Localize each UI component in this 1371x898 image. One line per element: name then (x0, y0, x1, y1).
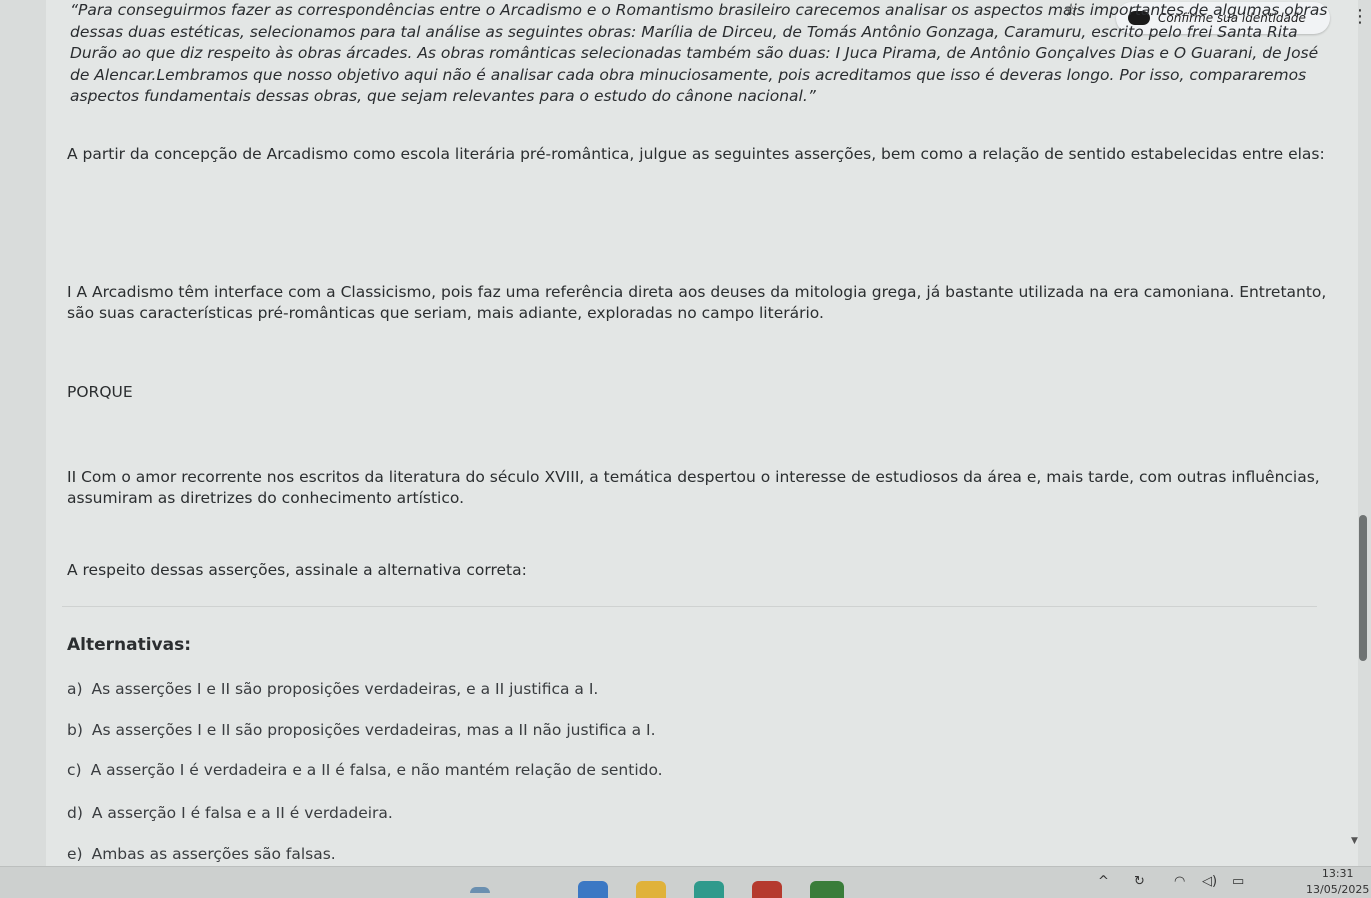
alternative-letter: c) (67, 761, 82, 779)
page-scrollbar[interactable] (1359, 515, 1367, 661)
clock-time: 13:31 (1321, 867, 1354, 880)
alternative-letter: d) (67, 804, 83, 822)
taskbar-app-icon[interactable] (578, 881, 608, 898)
taskbar-edge-icon[interactable] (694, 881, 724, 898)
alternative-e[interactable]: e) Ambas as asserções são falsas. (67, 845, 336, 863)
alternative-b[interactable]: b) As asserções I e II são proposições ve… (67, 721, 656, 739)
taskbar-app-icon[interactable] (752, 881, 782, 898)
question-ask: A respeito dessas asserções, assinale a … (67, 561, 527, 579)
assertion-1: I A Arcadismo têm interface com a Classi… (67, 283, 1327, 322)
alternative-d[interactable]: d) A asserção I é falsa e a II é verdadei… (67, 804, 393, 822)
alternative-text: A asserção I é verdadeira e a II é falsa… (90, 761, 663, 779)
assertion-2: II Com o amor recorrente nos escritos da… (67, 468, 1320, 507)
tray-app-icon[interactable]: ↻ (1134, 874, 1145, 889)
section-divider (62, 606, 1317, 607)
alternatives-title: Alternativas: (67, 635, 192, 655)
alternative-text: As asserções I e II são proposições verd… (91, 680, 599, 698)
taskbar-chrome-icon[interactable] (810, 881, 844, 898)
alternative-letter: b) (67, 721, 83, 739)
battery-icon[interactable]: ▭ (1232, 874, 1244, 889)
question-quote: “Para conseguirmos fazer as correspondên… (70, 1, 1328, 105)
taskbar (0, 866, 1371, 898)
taskbar-folder-icon[interactable] (636, 881, 666, 898)
alternative-text: As asserções I e II são proposições verd… (91, 721, 656, 739)
alternative-letter: a) (67, 680, 83, 698)
clock-date: 13/05/2025 (1306, 883, 1370, 896)
volume-icon[interactable]: ◁) (1202, 874, 1217, 889)
alternative-text: A asserção I é falsa e a II é verdadeira… (91, 804, 393, 822)
wifi-icon[interactable]: ◠ (1174, 874, 1185, 889)
tray-expand-icon[interactable]: ^ (1098, 874, 1109, 889)
alternative-text: Ambas as asserções são falsas. (91, 845, 336, 863)
question-prompt: A partir da concepção de Arcadismo como … (67, 145, 1325, 163)
more-options-icon[interactable]: ⋮ (1351, 8, 1369, 26)
taskbar-app-icon[interactable] (470, 887, 490, 893)
scroll-down-icon[interactable]: ▼ (1351, 836, 1358, 846)
taskbar-clock[interactable]: 13:31 13/05/2025 (1306, 866, 1369, 898)
alternative-letter: e) (67, 845, 83, 863)
alternative-c[interactable]: c) A asserção I é verdadeira e a II é fal… (67, 761, 663, 779)
alternative-a[interactable]: a) As asserções I e II são proposições ve… (67, 680, 598, 698)
assertion-connector: PORQUE (67, 383, 133, 401)
